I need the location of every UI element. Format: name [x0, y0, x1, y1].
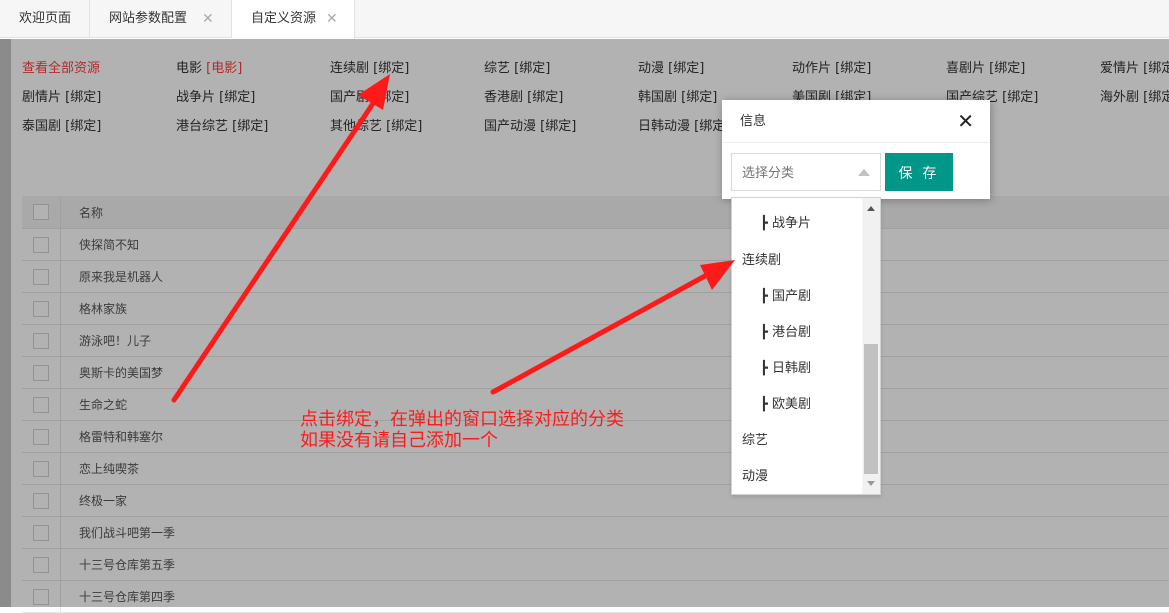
scrollbar-thumb[interactable]	[864, 344, 878, 474]
caret-up-icon	[858, 169, 870, 176]
dropdown-option[interactable]: 动漫	[742, 465, 768, 484]
annotation-note: 点击绑定，在弹出的窗口选择对应的分类 如果没有请自己添加一个	[300, 409, 624, 451]
dropdown-option[interactable]: ┣ 港台剧	[760, 321, 811, 340]
close-icon[interactable]: ✕	[202, 0, 214, 38]
tab-bar: 欢迎页面 网站参数配置 ✕ 自定义资源 ✕	[0, 0, 1169, 38]
annotation-line-2: 如果没有请自己添加一个	[300, 430, 624, 451]
dropdown-option[interactable]: 综艺	[742, 429, 768, 448]
modal-overlay[interactable]	[0, 39, 1169, 607]
scroll-down-icon[interactable]	[867, 481, 875, 486]
dropdown-option[interactable]: ┣ 战争片	[760, 212, 811, 231]
dropdown-option[interactable]: ┣ 国产剧	[760, 285, 811, 304]
dropdown-option[interactable]: ┣ 欧美剧	[760, 393, 811, 412]
bind-category-dialog: 信息 ✕ 保 存	[722, 100, 990, 199]
dropdown-scrollbar[interactable]	[862, 198, 880, 494]
tab-label: 网站参数配置	[109, 11, 187, 26]
category-dropdown: ┣ 战争片 连续剧 ┣ 国产剧 ┣ 港台剧 ┣ 日韩剧 ┣ 欧美剧 综艺 动漫	[731, 197, 881, 495]
dialog-title: 信息	[722, 100, 990, 143]
category-select[interactable]	[731, 153, 881, 191]
tab-label: 欢迎页面	[19, 11, 71, 26]
annotation-line-1: 点击绑定，在弹出的窗口选择对应的分类	[300, 409, 624, 430]
dropdown-option[interactable]: ┣ 日韩剧	[760, 357, 811, 376]
tab-welcome[interactable]: 欢迎页面	[0, 0, 90, 38]
close-icon[interactable]: ✕	[326, 0, 338, 38]
category-select-input[interactable]	[732, 154, 854, 192]
tab-custom-resource[interactable]: 自定义资源 ✕	[232, 0, 355, 39]
save-button[interactable]: 保 存	[885, 153, 953, 191]
close-icon[interactable]: ✕	[957, 111, 974, 131]
tab-label: 自定义资源	[251, 11, 316, 26]
dropdown-option[interactable]: 连续剧	[742, 249, 781, 268]
tab-site-config[interactable]: 网站参数配置 ✕	[90, 0, 232, 38]
scroll-up-icon[interactable]	[867, 206, 875, 211]
